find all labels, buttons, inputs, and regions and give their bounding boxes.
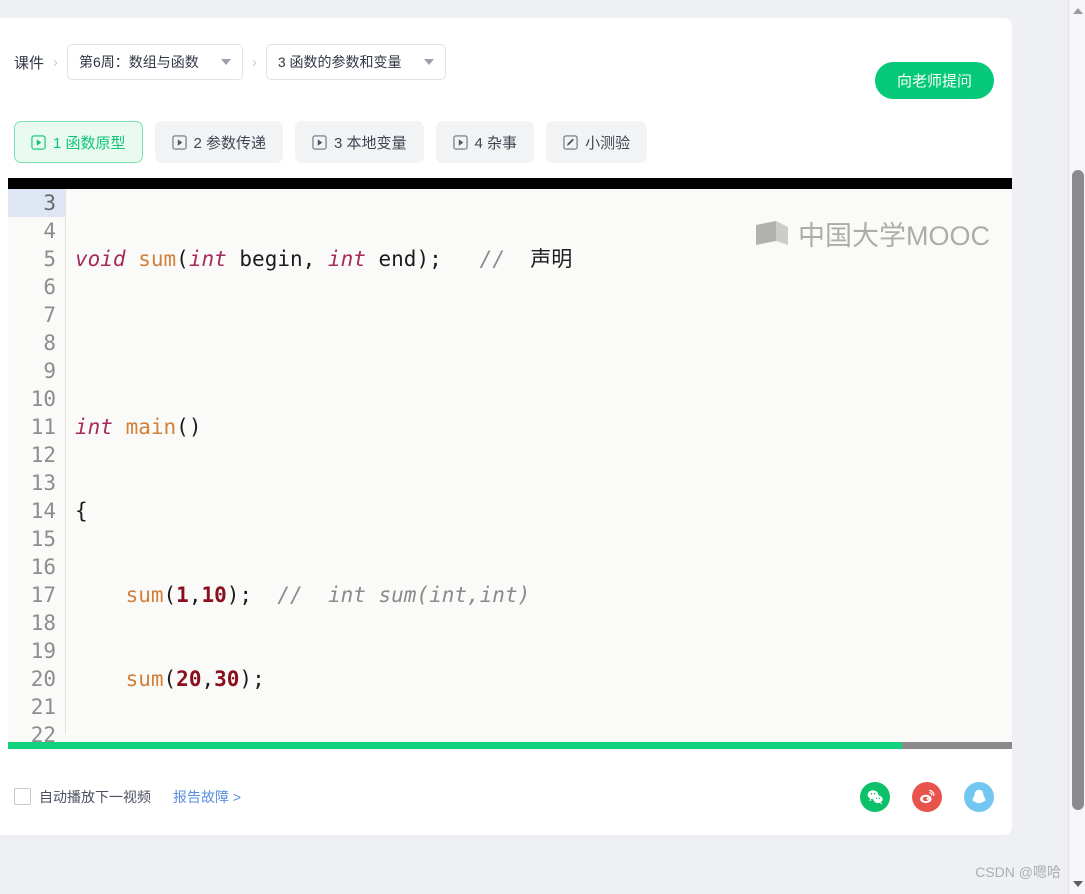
- tab-local-variables[interactable]: 3 本地变量: [295, 121, 424, 163]
- qq-share-button[interactable]: [964, 781, 994, 812]
- code-line: {: [75, 499, 88, 523]
- line-number: 7: [43, 303, 56, 327]
- breadcrumb-separator-icon: ›: [53, 53, 59, 71]
- breadcrumb-root-label: 课件: [14, 54, 45, 72]
- video-progress-bar[interactable]: [8, 742, 1012, 749]
- code-line: int main(): [75, 415, 202, 439]
- line-number: 4: [43, 219, 56, 243]
- play-square-icon: [31, 134, 46, 150]
- tab-label: 3 本地变量: [334, 134, 407, 152]
- code-line: sum(20,30);: [125, 667, 265, 691]
- chevron-down-icon: [220, 59, 231, 65]
- tab-parameter-passing[interactable]: 2 参数传递: [154, 121, 284, 163]
- play-square-icon-3: [312, 134, 327, 150]
- ask-teacher-button[interactable]: 向老师提问: [874, 62, 994, 99]
- weibo-icon: [920, 789, 935, 803]
- line-number: 13: [30, 471, 56, 495]
- chevron-down-icon-2: [423, 59, 434, 65]
- scroll-up-triangle: [1072, 7, 1083, 14]
- tab-quiz[interactable]: 小测验: [546, 121, 648, 163]
- week-select[interactable]: 第6周：数组与函数: [67, 44, 243, 80]
- code-slide: 3 4 5 6 7 8 9 10 11 12 13 14 15 16 17 18: [8, 189, 1012, 747]
- courseware-card: 课件 › 第6周：数组与函数 › 3 函数的参数和变量 向老师提问 1 函数原型: [0, 18, 1012, 835]
- scroll-up-arrow-icon[interactable]: [1069, 2, 1085, 19]
- wechat-share-button[interactable]: [860, 781, 890, 812]
- line-number: 11: [30, 415, 56, 439]
- play-square-icon-2: [171, 134, 187, 150]
- week-select-value: 第6周：数组与函数: [79, 54, 199, 70]
- code-line: sum(35,45);: [75, 749, 665, 750]
- scrollbar-thumb[interactable]: [1072, 170, 1084, 810]
- line-number: 10: [30, 387, 56, 411]
- autoplay-checkbox[interactable]: [14, 788, 31, 805]
- player-bottom-bar: 自动播放下一视频 报告故障 >: [0, 758, 1012, 835]
- line-number: 6: [43, 275, 56, 299]
- wechat-icon: [867, 789, 883, 804]
- video-progress-fill: [8, 742, 902, 749]
- csdn-watermark-text: CSDN @嗯哈: [975, 864, 1061, 880]
- report-issue-link[interactable]: 报告故障 >: [173, 787, 241, 807]
- breadcrumb: 课件 › 第6周：数组与函数 › 3 函数的参数和变量: [0, 18, 1012, 106]
- weibo-share-button[interactable]: [912, 781, 942, 812]
- tab-label: 4 杂事: [474, 134, 518, 152]
- line-number: 20: [30, 667, 56, 691]
- share-buttons: [860, 781, 994, 812]
- qq-penguin-icon: [972, 789, 986, 803]
- scroll-down-triangle: [1072, 880, 1083, 887]
- code-line: void sum(int begin, int end); // 声明: [75, 247, 573, 271]
- page-root: 课件 › 第6周：数组与函数 › 3 函数的参数和变量 向老师提问 1 函数原型: [0, 0, 1085, 894]
- line-number: 21: [30, 695, 56, 719]
- code-text: void sum(int begin, int end); // 声明 int …: [66, 189, 665, 750]
- autoplay-label: 自动播放下一视频: [39, 788, 151, 805]
- line-number: 12: [30, 443, 56, 467]
- page-scrollbar[interactable]: [1068, 0, 1085, 894]
- csdn-watermark: CSDN @嗯哈: [975, 862, 1061, 882]
- line-number: 8: [43, 331, 56, 355]
- lesson-select-value: 3 函数的参数和变量: [277, 54, 402, 70]
- quiz-pencil-icon: [563, 134, 578, 150]
- video-player[interactable]: 3 4 5 6 7 8 9 10 11 12 13 14 15 16 17 18: [8, 178, 1012, 750]
- tab-misc[interactable]: 4 杂事: [435, 121, 535, 163]
- video-letterbox: [8, 178, 1012, 189]
- tab-label: 小测验: [585, 134, 631, 152]
- tab-label: 2 参数传递: [193, 134, 267, 152]
- lesson-select[interactable]: 3 函数的参数和变量: [265, 44, 446, 80]
- lesson-tabs: 1 函数原型 2 参数传递 3 本地变量 4 杂事 小测验: [14, 121, 648, 163]
- line-number: 17: [30, 583, 56, 607]
- line-number: 5: [43, 247, 56, 271]
- code-line-numbers: 3 4 5 6 7 8 9 10 11 12 13 14 15 16 17 18: [8, 189, 66, 747]
- tab-function-prototype[interactable]: 1 函数原型: [14, 121, 143, 163]
- line-number: 15: [30, 527, 56, 551]
- line-number: 9: [43, 359, 56, 383]
- play-square-icon-4: [452, 134, 468, 150]
- tab-label: 1 函数原型: [53, 134, 126, 152]
- line-number: 18: [30, 611, 56, 635]
- line-number: 16: [30, 555, 56, 579]
- scroll-down-arrow-icon[interactable]: [1069, 875, 1085, 892]
- code-line: sum(1,10); // int sum(int,int): [125, 583, 531, 607]
- line-number: 3: [8, 189, 65, 217]
- line-number: 14: [30, 499, 56, 523]
- line-number: 19: [30, 639, 56, 663]
- breadcrumb-separator-icon-2: ›: [251, 53, 257, 71]
